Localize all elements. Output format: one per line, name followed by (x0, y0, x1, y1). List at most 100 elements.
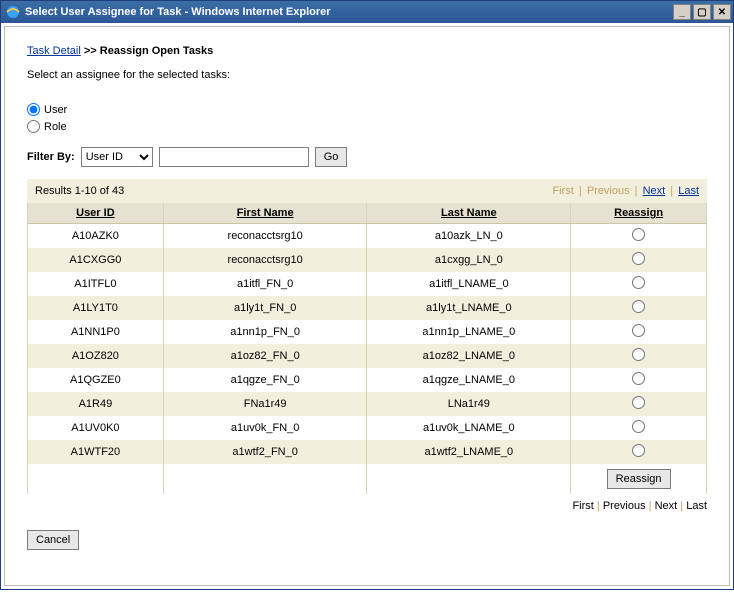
cell-user-id: A1OZ820 (28, 344, 164, 368)
cell-user-id: A10AZK0 (28, 224, 164, 249)
table-row: A1NN1P0a1nn1p_FN_0a1nn1p_LNAME_0 (28, 320, 707, 344)
cell-first-name: a1wtf2_FN_0 (163, 440, 367, 464)
breadcrumb: Task Detail >> Reassign Open Tasks (27, 45, 707, 57)
cell-reassign (571, 320, 707, 344)
filter-label: Filter By: (27, 151, 75, 163)
reassign-radio[interactable] (632, 420, 645, 433)
cell-first-name: a1ly1t_FN_0 (163, 296, 367, 320)
table-row: A1CXGG0reconacctsrg10a1cxgg_LN_0 (28, 248, 707, 272)
table-row: A1OZ820a1oz82_FN_0a1oz82_LNAME_0 (28, 344, 707, 368)
reassign-button[interactable]: Reassign (607, 469, 671, 489)
cell-user-id: A1UV0K0 (28, 416, 164, 440)
browser-window: Select User Assignee for Task - Windows … (0, 0, 734, 590)
cell-reassign (571, 344, 707, 368)
cell-first-name: a1nn1p_FN_0 (163, 320, 367, 344)
cell-first-name: a1itfl_FN_0 (163, 272, 367, 296)
cell-user-id: A1QGZE0 (28, 368, 164, 392)
pager-last-bottom[interactable]: Last (686, 500, 707, 512)
pager-previous: Previous (587, 185, 630, 197)
table-row: A10AZK0reconacctsrg10a10azk_LN_0 (28, 224, 707, 249)
filter-field-select[interactable]: User ID (81, 147, 153, 167)
table-row: A1UV0K0a1uv0k_FN_0a1uv0k_LNAME_0 (28, 416, 707, 440)
col-first-name[interactable]: First Name (163, 203, 367, 224)
cell-first-name: reconacctsrg10 (163, 248, 367, 272)
cell-user-id: A1R49 (28, 392, 164, 416)
cell-reassign (571, 392, 707, 416)
filter-bar: Filter By: User ID Go (27, 147, 707, 167)
col-last-name[interactable]: Last Name (367, 203, 571, 224)
cell-reassign (571, 416, 707, 440)
breadcrumb-current: Reassign Open Tasks (100, 45, 214, 57)
cell-last-name: a1itfl_LNAME_0 (367, 272, 571, 296)
cell-last-name: a1uv0k_LNAME_0 (367, 416, 571, 440)
table-row: A1ITFL0a1itfl_FN_0a1itfl_LNAME_0 (28, 272, 707, 296)
window-controls: _ ▢ ✕ (673, 4, 731, 20)
breadcrumb-task-detail[interactable]: Task Detail (27, 45, 81, 57)
reassign-radio[interactable] (632, 444, 645, 457)
cell-first-name: reconacctsrg10 (163, 224, 367, 249)
pager-top: First | Previous | Next | Last (552, 185, 699, 197)
go-button[interactable]: Go (315, 147, 348, 167)
pager-first: First (552, 185, 573, 197)
assignee-type-group: User Role (27, 103, 707, 133)
reassign-radio[interactable] (632, 348, 645, 361)
cell-reassign (571, 440, 707, 464)
cell-last-name: a10azk_LN_0 (367, 224, 571, 249)
results-summary: Results 1-10 of 43 (35, 185, 124, 197)
cancel-button[interactable]: Cancel (27, 530, 79, 550)
reassign-radio[interactable] (632, 324, 645, 337)
window-title: Select User Assignee for Task - Windows … (25, 6, 673, 18)
cell-first-name: a1uv0k_FN_0 (163, 416, 367, 440)
reassign-radio[interactable] (632, 300, 645, 313)
reassign-radio[interactable] (632, 252, 645, 265)
radio-role-label: Role (44, 121, 67, 133)
breadcrumb-sep: >> (84, 45, 97, 57)
reassign-radio[interactable] (632, 228, 645, 241)
cell-reassign (571, 368, 707, 392)
radio-user-label: User (44, 104, 67, 116)
maximize-button[interactable]: ▢ (693, 4, 711, 20)
pager-next-bottom[interactable]: Next (655, 500, 678, 512)
cell-last-name: a1ly1t_LNAME_0 (367, 296, 571, 320)
table-row: A1LY1T0a1ly1t_FN_0a1ly1t_LNAME_0 (28, 296, 707, 320)
cell-user-id: A1WTF20 (28, 440, 164, 464)
filter-value-input[interactable] (159, 147, 309, 167)
pager-previous-bottom: Previous (603, 500, 646, 512)
pager-next[interactable]: Next (643, 185, 666, 197)
minimize-button[interactable]: _ (673, 4, 691, 20)
pager-first-bottom: First (572, 500, 593, 512)
cell-reassign (571, 248, 707, 272)
table-row: A1WTF20a1wtf2_FN_0a1wtf2_LNAME_0 (28, 440, 707, 464)
cell-reassign (571, 296, 707, 320)
close-button[interactable]: ✕ (713, 4, 731, 20)
cell-last-name: a1nn1p_LNAME_0 (367, 320, 571, 344)
radio-user[interactable] (27, 103, 40, 116)
prompt-text: Select an assignee for the selected task… (27, 69, 707, 81)
pager-bottom: First | Previous | Next | Last (27, 500, 707, 512)
cell-reassign (571, 272, 707, 296)
reassign-radio[interactable] (632, 372, 645, 385)
cell-user-id: A1LY1T0 (28, 296, 164, 320)
cell-first-name: a1oz82_FN_0 (163, 344, 367, 368)
cell-last-name: a1cxgg_LN_0 (367, 248, 571, 272)
table-row: A1QGZE0a1qgze_FN_0a1qgze_LNAME_0 (28, 368, 707, 392)
radio-role[interactable] (27, 120, 40, 133)
reassign-radio[interactable] (632, 276, 645, 289)
ie-icon (5, 4, 21, 20)
cell-user-id: A1CXGG0 (28, 248, 164, 272)
pager-last[interactable]: Last (678, 185, 699, 197)
cell-first-name: a1qgze_FN_0 (163, 368, 367, 392)
col-user-id[interactable]: User ID (28, 203, 164, 224)
table-row: A1R49FNa1r49LNa1r49 (28, 392, 707, 416)
reassign-radio[interactable] (632, 396, 645, 409)
cell-last-name: a1oz82_LNAME_0 (367, 344, 571, 368)
cell-user-id: A1NN1P0 (28, 320, 164, 344)
cell-first-name: FNa1r49 (163, 392, 367, 416)
col-reassign: Reassign (571, 203, 707, 224)
results-band-top: Results 1-10 of 43 First | Previous | Ne… (27, 179, 707, 203)
results-table: User ID First Name Last Name Reassign A1… (27, 203, 707, 494)
cell-reassign (571, 224, 707, 249)
cell-last-name: a1qgze_LNAME_0 (367, 368, 571, 392)
cell-user-id: A1ITFL0 (28, 272, 164, 296)
cell-last-name: LNa1r49 (367, 392, 571, 416)
